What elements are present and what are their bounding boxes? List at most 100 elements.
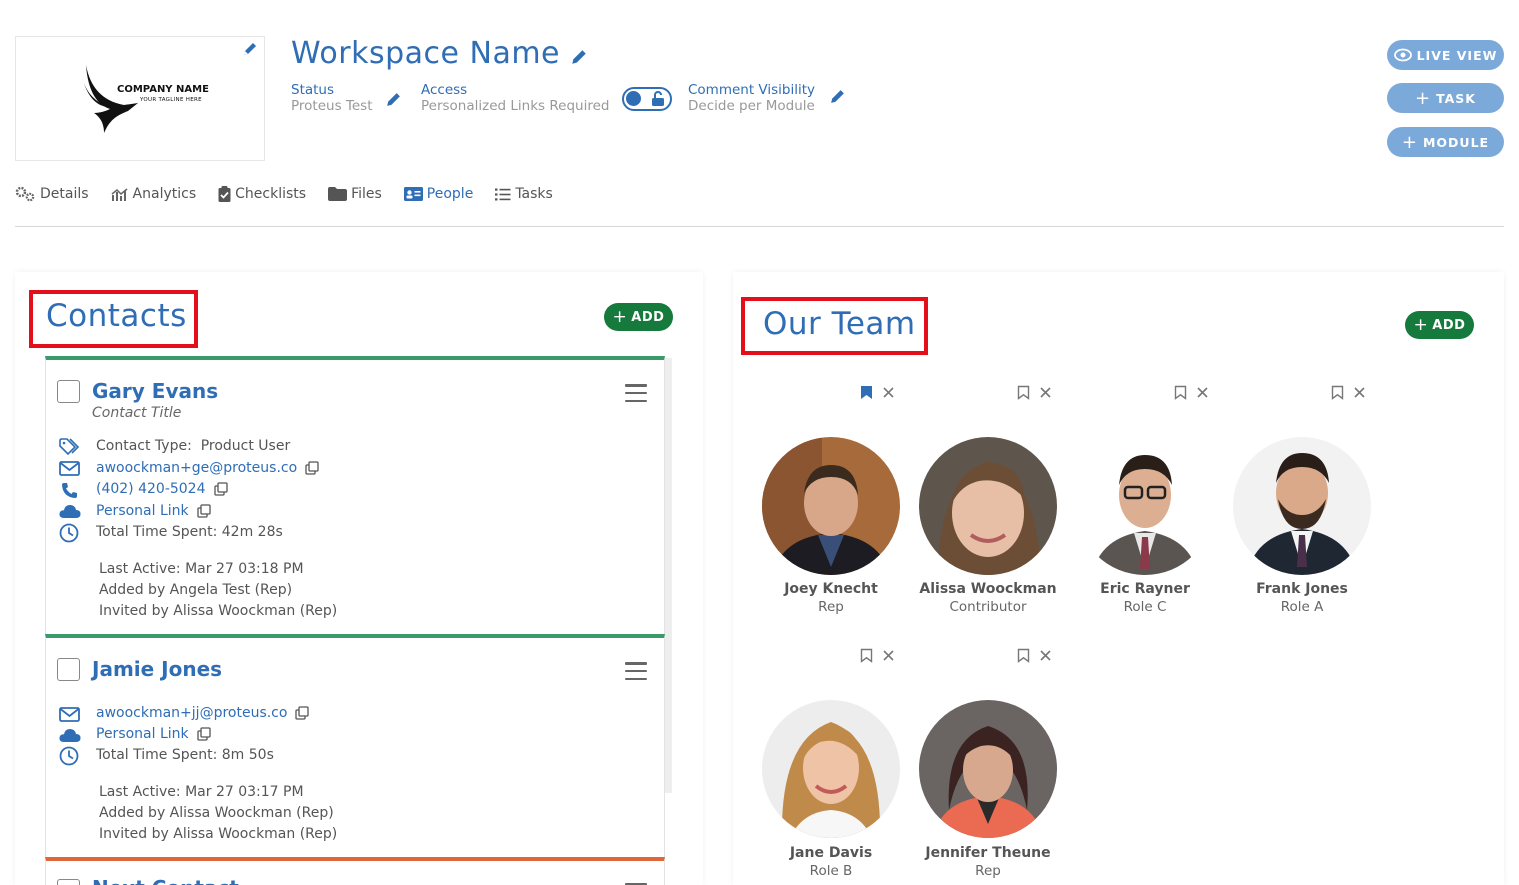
- folder-icon: [328, 187, 348, 201]
- contact-title: Contact Title: [92, 405, 182, 421]
- tab-tasks[interactable]: Tasks: [495, 186, 553, 202]
- close-icon[interactable]: [1354, 387, 1365, 398]
- envelope-icon: [59, 461, 80, 476]
- phone-icon: [62, 483, 77, 498]
- plus-icon: +: [612, 307, 628, 327]
- personal-link[interactable]: Personal Link: [96, 503, 189, 519]
- edit-logo-pencil-icon[interactable]: [242, 41, 258, 57]
- clock-icon: [59, 746, 79, 766]
- close-icon[interactable]: [1040, 650, 1051, 661]
- contact-last-active: Last Active: Mar 27 03:17 PM: [99, 784, 304, 800]
- edit-comment-visibility-pencil-icon[interactable]: [829, 88, 846, 105]
- live-view-button[interactable]: LIVE VIEW: [1387, 40, 1504, 70]
- avatar-jane-davis[interactable]: [762, 700, 900, 838]
- logo-company-name: COMPANY NAME: [117, 84, 209, 95]
- copy-icon[interactable]: [305, 461, 319, 475]
- member-role: Role C: [1123, 599, 1167, 615]
- member-role: Role B: [809, 863, 853, 879]
- contact-personal-link-row: Personal Link: [96, 503, 211, 519]
- bookmark-icon[interactable]: [860, 648, 873, 663]
- avatar-jennifer-theune[interactable]: [919, 700, 1057, 838]
- close-icon[interactable]: [1197, 387, 1208, 398]
- add-module-button[interactable]: + MODULE: [1387, 127, 1504, 157]
- analytics-icon: [111, 187, 128, 201]
- contact-added-by: Added by Angela Test (Rep): [99, 582, 293, 598]
- close-icon[interactable]: [883, 650, 894, 661]
- team-title: Our Team: [763, 306, 916, 342]
- contact-email-row: awoockman+ge@proteus.co: [96, 460, 319, 476]
- avatar-eric-rayner[interactable]: [1076, 437, 1214, 575]
- close-icon[interactable]: [1040, 387, 1051, 398]
- member-role: Contributor: [949, 599, 1027, 615]
- contact-card-jamie-jones: Jamie Jones awoockman+jj@proteus.co Pers…: [45, 634, 665, 857]
- tab-people[interactable]: People: [403, 186, 473, 202]
- contact-last-active: Last Active: Mar 27 03:18 PM: [99, 561, 304, 577]
- contact-total-time: Total Time Spent: 8m 50s: [96, 747, 274, 763]
- tab-checklists[interactable]: Checklists: [218, 186, 306, 202]
- member-name: Alissa Woockman: [919, 581, 1057, 597]
- gears-icon: [15, 186, 35, 202]
- add-team-member-button[interactable]: + ADD: [1405, 311, 1474, 339]
- avatar-alissa-woockman[interactable]: [919, 437, 1057, 575]
- member-role: Rep: [818, 599, 844, 615]
- contact-email-link[interactable]: awoockman+ge@proteus.co: [96, 460, 297, 476]
- contact-added-by: Added by Alissa Woockman (Rep): [99, 805, 334, 821]
- member-name: Frank Jones: [1256, 581, 1348, 597]
- contact-phone-link[interactable]: (402) 420-5024: [96, 481, 206, 497]
- access-label: Access: [421, 82, 468, 98]
- contact-card-gary-evans: Gary Evans Contact Title Contact Type: P…: [45, 356, 665, 634]
- copy-icon[interactable]: [196, 727, 211, 741]
- access-toggle[interactable]: [622, 87, 672, 111]
- tabs-divider: [15, 226, 1504, 227]
- unlock-icon: [652, 91, 664, 106]
- tab-analytics[interactable]: Analytics: [111, 186, 196, 202]
- workspace-tabs: Details Analytics Checklists Files Peopl…: [15, 186, 553, 202]
- contact-select-checkbox[interactable]: [57, 380, 80, 403]
- logo-tagline: YOUR TAGLINE HERE: [140, 97, 202, 103]
- status-label: Status: [291, 82, 335, 98]
- contact-select-checkbox[interactable]: [57, 879, 80, 885]
- toggle-knob: [626, 91, 641, 106]
- contact-email-link[interactable]: awoockman+jj@proteus.co: [96, 705, 287, 721]
- contact-personal-link-row: Personal Link: [96, 726, 211, 742]
- contacts-title: Contacts: [46, 298, 187, 334]
- eye-icon: [1393, 48, 1412, 62]
- tab-details[interactable]: Details: [15, 186, 89, 202]
- contact-invited-by: Invited by Alissa Woockman (Rep): [99, 826, 338, 842]
- contact-email-row: awoockman+jj@proteus.co: [96, 705, 310, 721]
- contacts-scrollbar[interactable]: [664, 358, 672, 793]
- contact-name[interactable]: Jamie Jones: [92, 657, 222, 681]
- plus-icon: +: [1414, 87, 1432, 109]
- copy-icon[interactable]: [196, 504, 211, 518]
- comment-visibility-label: Comment Visibility: [688, 82, 816, 98]
- bookmark-icon[interactable]: [1017, 385, 1030, 400]
- contact-name[interactable]: Gary Evans: [92, 379, 218, 403]
- contact-type-row: Contact Type: Product User: [96, 438, 291, 454]
- contact-select-checkbox[interactable]: [57, 658, 80, 681]
- workspace-logo: COMPANY NAME YOUR TAGLINE HERE: [15, 36, 265, 161]
- edit-status-pencil-icon[interactable]: [385, 91, 402, 108]
- close-icon[interactable]: [883, 387, 894, 398]
- add-task-button[interactable]: + TASK: [1387, 83, 1504, 113]
- tab-files[interactable]: Files: [328, 186, 382, 202]
- avatar-joey-knecht[interactable]: [762, 437, 900, 575]
- contact-card-next: Next Contact: [45, 857, 665, 885]
- bookmark-icon[interactable]: [1331, 385, 1344, 400]
- add-contact-button[interactable]: + ADD: [604, 303, 673, 331]
- copy-icon[interactable]: [295, 706, 310, 720]
- contact-name[interactable]: Next Contact: [92, 876, 239, 885]
- copy-icon[interactable]: [213, 482, 228, 496]
- bookmark-icon[interactable]: [1174, 385, 1187, 400]
- comment-visibility-value: Decide per Module: [688, 98, 815, 114]
- bookmark-icon[interactable]: [1017, 648, 1030, 663]
- avatar-frank-jones[interactable]: [1233, 437, 1371, 575]
- access-value: Personalized Links Required: [421, 98, 610, 114]
- personal-link[interactable]: Personal Link: [96, 726, 189, 742]
- member-name: Jane Davis: [789, 845, 873, 861]
- contact-menu-icon[interactable]: [625, 384, 647, 402]
- contact-menu-icon[interactable]: [625, 662, 647, 680]
- clock-icon: [59, 523, 79, 543]
- edit-title-pencil-icon[interactable]: [570, 48, 588, 66]
- bookmark-filled-icon[interactable]: [860, 385, 873, 400]
- cloud-icon: [59, 505, 81, 518]
